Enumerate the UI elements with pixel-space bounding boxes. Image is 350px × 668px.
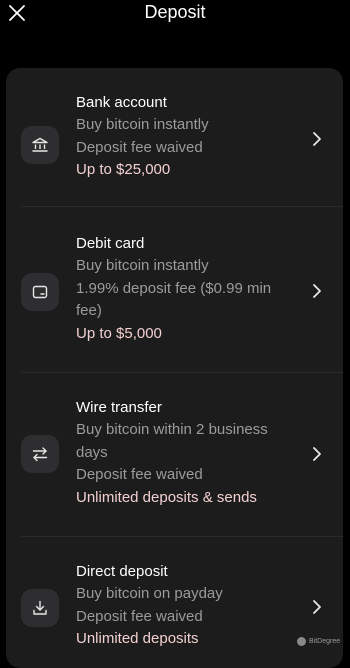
transfer-icon-tile — [21, 435, 59, 473]
bank-icon-tile — [21, 126, 59, 164]
watermark: BitDegree — [297, 635, 350, 647]
watermark-text: BitDegree — [309, 637, 341, 645]
page-title: Deposit — [144, 2, 206, 22]
option-detail: Deposit fee waived — [76, 607, 203, 625]
option-text: Bank account Buy bitcoin instantly Depos… — [76, 92, 298, 182]
top-bar: Deposit — [0, 0, 350, 30]
option-detail: Deposit fee waived — [76, 466, 203, 483]
divider — [21, 372, 343, 373]
option-title: Direct deposit — [76, 563, 168, 580]
option-detail: Buy bitcoin on payday — [76, 585, 223, 602]
option-title: Debit card — [76, 235, 145, 252]
option-detail: fee) — [76, 302, 102, 319]
option-detail: Deposit fee waived — [76, 138, 203, 156]
option-detail: Buy bitcoin instantly — [76, 257, 209, 274]
divider — [21, 206, 343, 207]
chevron-right-icon — [310, 446, 324, 462]
option-title: Bank account — [76, 94, 167, 111]
deposit-options-sheet: Bank account Buy bitcoin instantly Depos… — [6, 68, 343, 668]
option-text: Direct deposit Buy bitcoin on payday Dep… — [76, 561, 298, 651]
option-detail: Buy bitcoin within 2 business — [76, 421, 268, 438]
option-limit: Up to $25,000 — [76, 161, 171, 178]
chevron-right-icon — [310, 131, 324, 147]
option-detail: days — [76, 443, 108, 461]
chevron-right-icon — [310, 599, 324, 615]
divider — [21, 536, 343, 537]
option-limit: Unlimited deposits & sends — [76, 488, 257, 506]
download-icon-tile — [21, 589, 59, 627]
option-wire-transfer[interactable]: Wire transfer Buy bitcoin within 2 busin… — [6, 397, 343, 517]
card-icon — [32, 285, 48, 299]
download-tray-icon — [33, 600, 47, 615]
card-icon-tile — [21, 273, 59, 311]
option-direct-deposit[interactable]: Direct deposit Buy bitcoin on payday Dep… — [6, 561, 343, 661]
option-debit-card[interactable]: Debit card Buy bitcoin instantly 1.99% d… — [6, 233, 343, 353]
bank-icon — [32, 137, 48, 152]
option-limit: Unlimited deposits — [76, 630, 199, 647]
chevron-right-icon — [310, 283, 324, 299]
transfer-arrows-icon — [32, 447, 48, 462]
watermark-logo-icon — [297, 636, 306, 646]
option-limit: Up to $5,000 — [76, 324, 162, 342]
option-title: Wire transfer — [76, 399, 162, 416]
option-text: Wire transfer Buy bitcoin within 2 busin… — [76, 397, 298, 509]
option-detail: 1.99% deposit fee ($0.99 min — [76, 279, 272, 297]
option-detail: Buy bitcoin instantly — [76, 116, 209, 133]
option-bank-account[interactable]: Bank account Buy bitcoin instantly Depos… — [6, 92, 343, 192]
option-text: Debit card Buy bitcoin instantly 1.99% d… — [76, 233, 298, 345]
